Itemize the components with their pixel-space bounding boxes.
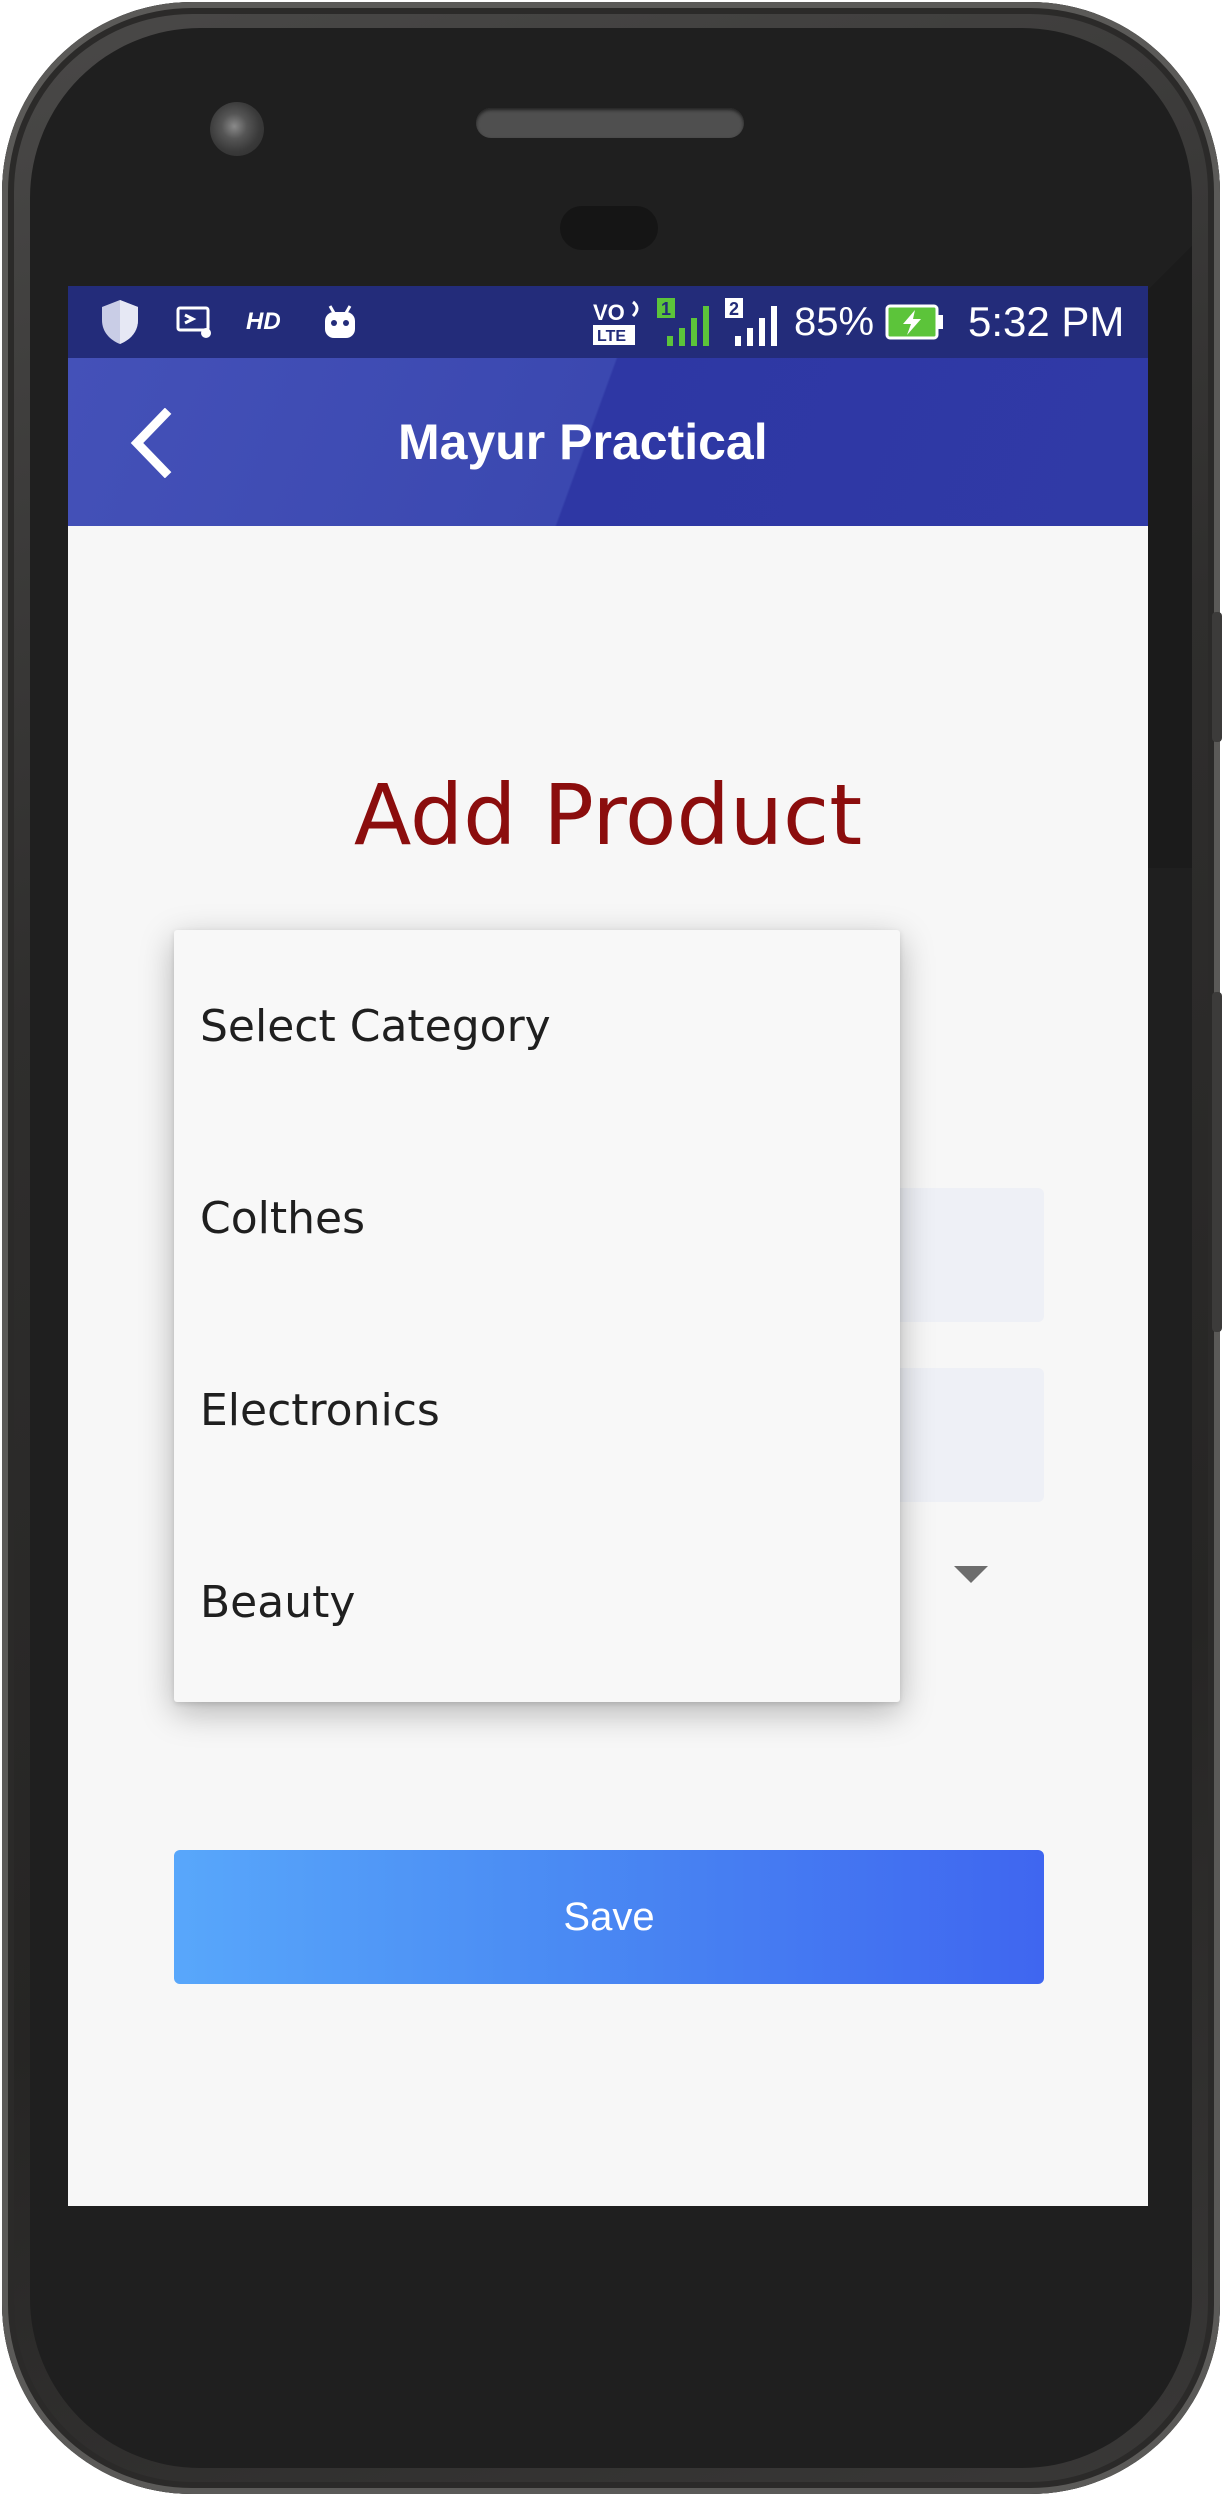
dropdown-triangle-icon: [954, 1566, 988, 1583]
status-bar: HD VO LTE 1 2 85% 5:32 PM: [68, 286, 1148, 358]
dropdown-option-clothes[interactable]: Colthes: [174, 1122, 900, 1314]
back-arrow-icon: [130, 408, 172, 478]
app-screen: HD VO LTE 1 2 85% 5:32 PM Mayur Practica…: [68, 286, 1148, 2206]
page-title: Add Product: [353, 766, 863, 864]
svg-text:2: 2: [729, 299, 739, 319]
back-button[interactable]: [108, 398, 198, 488]
dropdown-option-beauty[interactable]: Beauty: [174, 1506, 900, 1698]
battery-charging-icon: [884, 296, 948, 348]
hd-label: HD: [246, 308, 281, 335]
front-camera: [210, 102, 264, 156]
volume-button: [1212, 992, 1222, 1332]
cast-icon: [172, 296, 218, 348]
dropdown-option-electronics[interactable]: Electronics: [174, 1314, 900, 1506]
android-icon: [318, 296, 362, 348]
signal-sim2-icon: 2: [722, 296, 784, 348]
dropdown-option-select-category[interactable]: Select Category: [174, 930, 900, 1122]
svg-text:VO: VO: [593, 300, 625, 325]
volte-icon: VO LTE: [588, 296, 648, 348]
app-bar-title: Mayur Practical: [398, 414, 768, 470]
phone-frame: HD VO LTE 1 2 85% 5:32 PM Mayur Practica…: [2, 2, 1222, 2494]
save-button[interactable]: Save: [174, 1850, 1044, 1984]
svg-text:LTE: LTE: [597, 328, 626, 345]
category-dropdown-menu: Select Category Colthes Electronics Beau…: [174, 930, 900, 1702]
proximity-sensor: [560, 206, 658, 250]
app-bar: Mayur Practical: [68, 358, 1148, 526]
svg-text:1: 1: [661, 299, 671, 319]
power-button: [1212, 612, 1222, 742]
signal-sim1-icon: 1: [654, 296, 716, 348]
shield-icon: [94, 296, 146, 348]
clock: 5:32 PM: [968, 298, 1125, 345]
earpiece-speaker: [476, 108, 744, 138]
battery-percent: 85%: [794, 299, 875, 344]
